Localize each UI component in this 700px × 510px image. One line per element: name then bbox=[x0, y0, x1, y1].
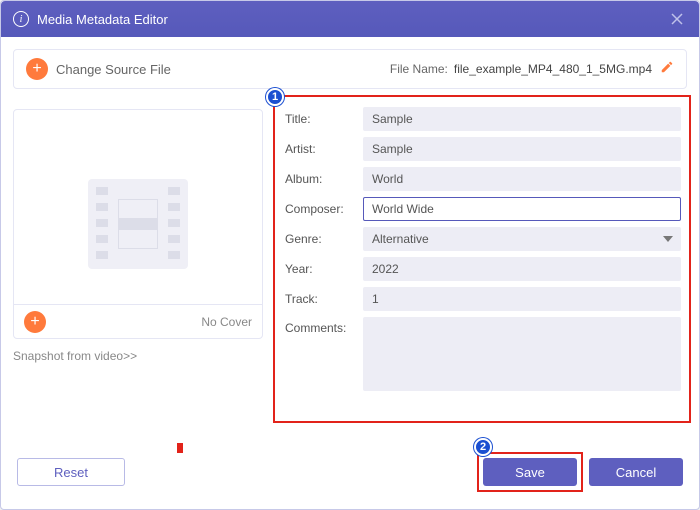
snapshot-from-video-link[interactable]: Snapshot from video>> bbox=[13, 349, 263, 363]
title-label: Title: bbox=[285, 112, 363, 126]
window-title: Media Metadata Editor bbox=[37, 12, 168, 27]
titlebar: i Media Metadata Editor bbox=[1, 1, 699, 37]
genre-label: Genre: bbox=[285, 232, 363, 246]
cover-preview: + No Cover bbox=[13, 109, 263, 339]
annotation-badge-2: 2 bbox=[474, 438, 492, 456]
no-cover-label: No Cover bbox=[201, 315, 252, 329]
left-pane: + No Cover Snapshot from video>> bbox=[13, 99, 263, 447]
info-icon: i bbox=[13, 11, 29, 27]
row-comments: Comments: bbox=[285, 317, 681, 391]
title-input[interactable] bbox=[363, 107, 681, 131]
row-genre: Genre: bbox=[285, 227, 681, 251]
album-label: Album: bbox=[285, 172, 363, 186]
composer-label: Composer: bbox=[285, 202, 363, 216]
cover-footer: + No Cover bbox=[14, 304, 262, 338]
close-button[interactable] bbox=[667, 9, 687, 29]
cancel-button[interactable]: Cancel bbox=[589, 458, 683, 486]
row-album: Album: bbox=[285, 167, 681, 191]
year-input[interactable] bbox=[363, 257, 681, 281]
edit-filename-button[interactable] bbox=[660, 60, 674, 79]
composer-input[interactable] bbox=[363, 197, 681, 221]
body: + Change Source File File Name: file_exa… bbox=[1, 37, 699, 509]
annotation-badge-1: 1 bbox=[266, 88, 284, 106]
artist-label: Artist: bbox=[285, 142, 363, 156]
genre-select[interactable] bbox=[363, 227, 681, 251]
artist-input[interactable] bbox=[363, 137, 681, 161]
change-source-button[interactable]: Change Source File bbox=[56, 62, 171, 77]
comments-label: Comments: bbox=[285, 317, 363, 335]
album-input[interactable] bbox=[363, 167, 681, 191]
content: + No Cover Snapshot from video>> 1 Title… bbox=[13, 99, 687, 447]
row-title: Title: bbox=[285, 107, 681, 131]
row-artist: Artist: bbox=[285, 137, 681, 161]
row-year: Year: bbox=[285, 257, 681, 281]
save-wrap: 2 Save bbox=[483, 458, 577, 486]
change-source-plus-button[interactable]: + bbox=[26, 58, 48, 80]
toolbar: + Change Source File File Name: file_exa… bbox=[13, 49, 687, 89]
track-label: Track: bbox=[285, 292, 363, 306]
row-composer: Composer: bbox=[285, 197, 681, 221]
annotation-dot bbox=[177, 443, 183, 453]
file-name-value: file_example_MP4_480_1_5MG.mp4 bbox=[454, 62, 652, 76]
file-name-label: File Name: bbox=[390, 62, 448, 76]
metadata-form: Title: Artist: Album: Composer: bbox=[277, 99, 687, 391]
save-button[interactable]: Save bbox=[483, 458, 577, 486]
footer: Reset 2 Save Cancel bbox=[13, 447, 687, 497]
reset-button[interactable]: Reset bbox=[17, 458, 125, 486]
row-track: Track: bbox=[285, 287, 681, 311]
year-label: Year: bbox=[285, 262, 363, 276]
film-placeholder-icon bbox=[88, 179, 188, 269]
add-cover-button[interactable]: + bbox=[24, 311, 46, 333]
window: i Media Metadata Editor + Change Source … bbox=[0, 0, 700, 510]
form-pane: 1 Title: Artist: Album: Co bbox=[277, 99, 687, 447]
comments-input[interactable] bbox=[363, 317, 681, 391]
track-input[interactable] bbox=[363, 287, 681, 311]
